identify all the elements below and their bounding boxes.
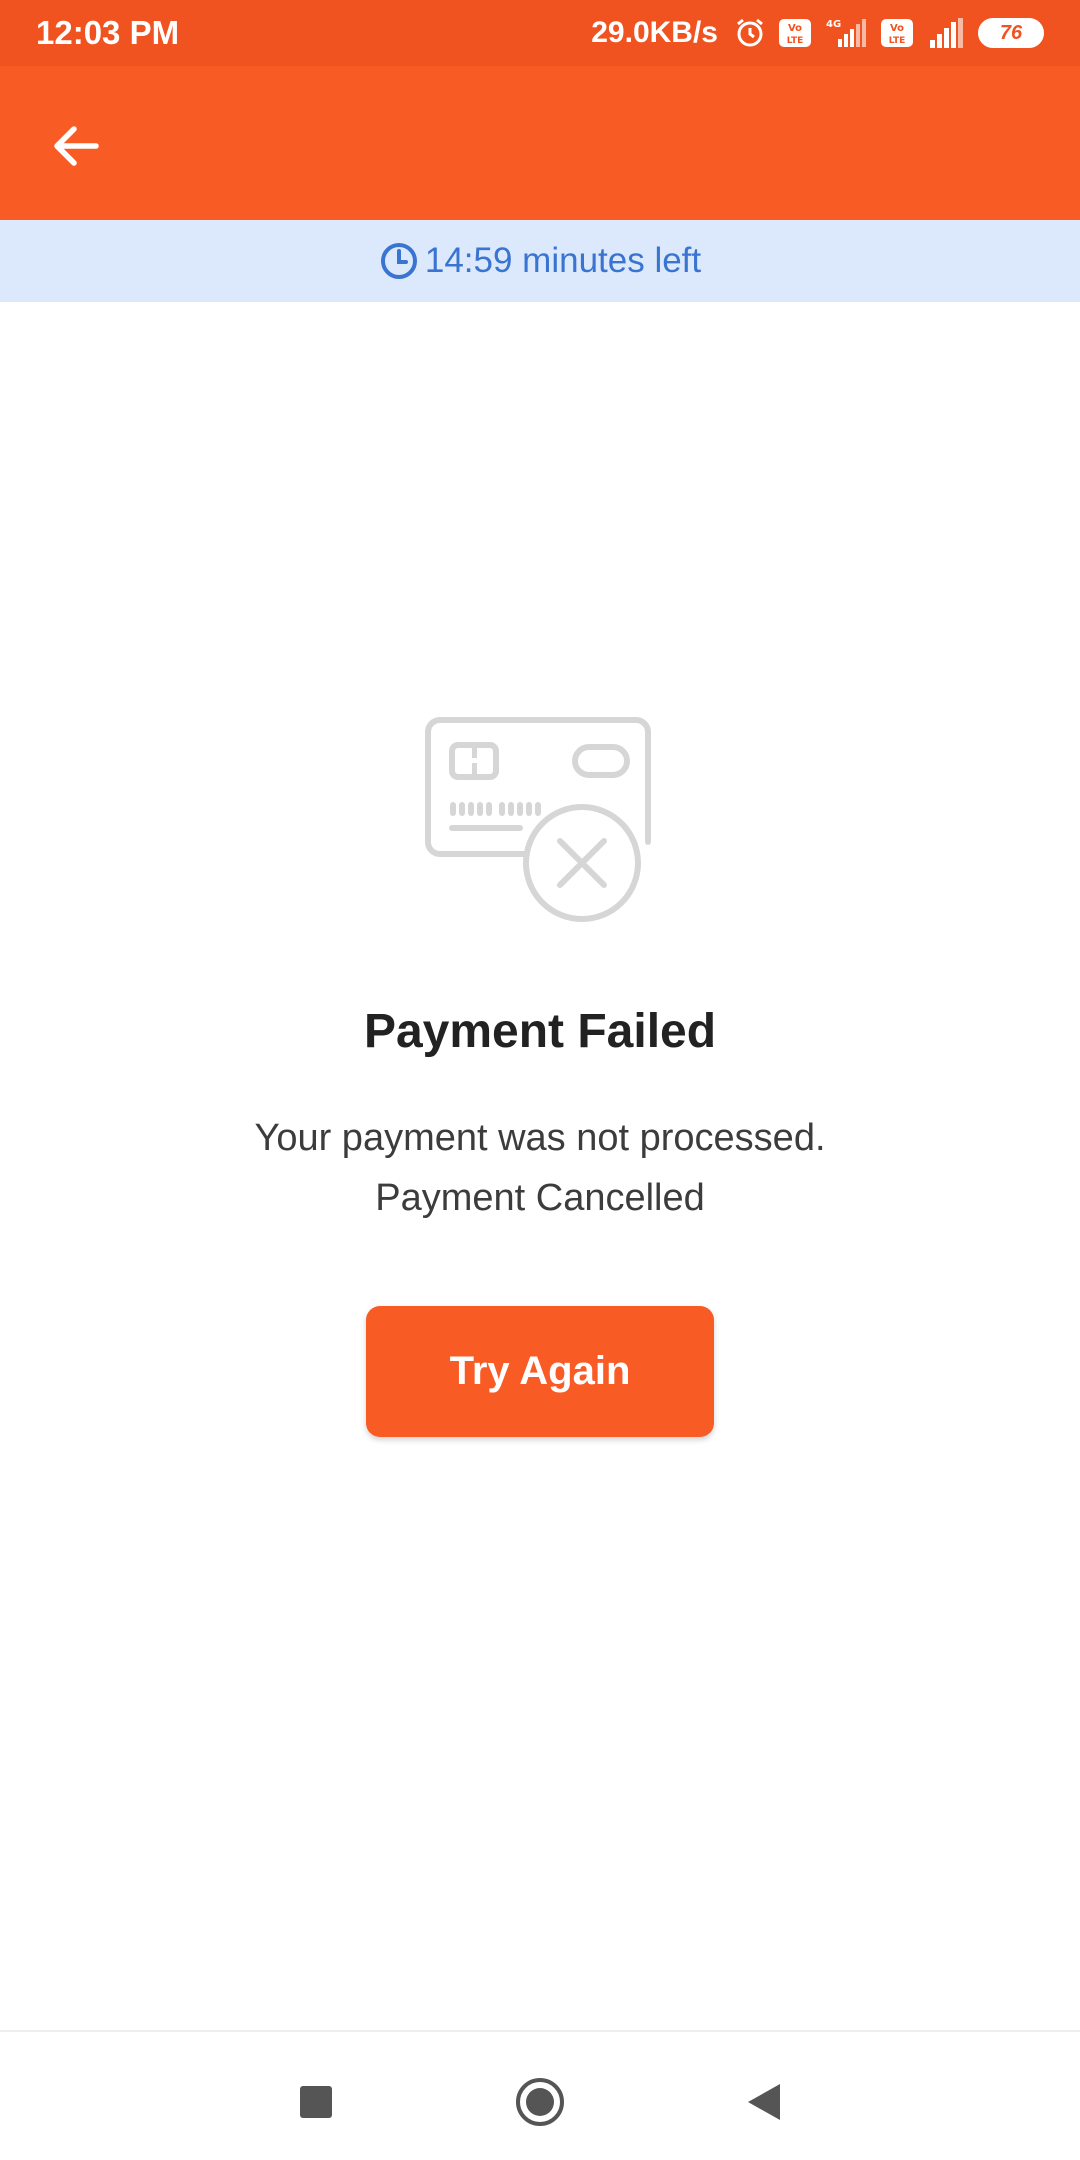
network-speed: 29.0KB/s <box>591 16 718 49</box>
svg-text:Vo: Vo <box>890 23 904 34</box>
home-button[interactable] <box>510 2072 570 2132</box>
signal-icon <box>926 18 966 48</box>
message-line-2: Payment Cancelled <box>375 1177 705 1219</box>
alarm-icon <box>734 17 766 49</box>
system-nav-bar <box>0 2030 1080 2160</box>
arrow-left-icon <box>54 126 99 166</box>
message-line-1: Your payment was not processed. <box>254 1117 826 1159</box>
back-button[interactable] <box>40 110 112 182</box>
nav-back-button[interactable] <box>734 2072 794 2132</box>
app-bar <box>0 66 1080 220</box>
circle-icon <box>516 2078 564 2126</box>
triangle-back-icon <box>748 2084 780 2120</box>
timer-text: 14:59 minutes left <box>424 241 702 280</box>
result-title: Payment Failed <box>363 1005 717 1058</box>
volte-icon: Vo LTE <box>880 18 914 48</box>
signal-icon: 4G <box>824 17 868 49</box>
status-time: 12:03 PM <box>36 14 180 51</box>
recents-button[interactable] <box>286 2072 346 2132</box>
result-message: Your payment was not processed. Payment … <box>0 1108 1080 1228</box>
clock-icon <box>380 243 417 279</box>
square-icon <box>300 2086 332 2118</box>
status-icons: 29.0KB/s Vo LTE 4G Vo LTE 76 <box>591 16 1044 50</box>
network-type-label: 4G <box>826 19 841 30</box>
card-failed-icon <box>420 710 660 925</box>
battery-icon: 76 <box>978 18 1044 48</box>
status-bar: 12:03 PM 29.0KB/s Vo LTE 4G Vo LTE 76 <box>0 0 1080 66</box>
svg-text:Vo: Vo <box>788 23 802 34</box>
svg-text:LTE: LTE <box>787 36 804 46</box>
svg-text:LTE: LTE <box>889 36 906 46</box>
timer-banner: 14:59 minutes left <box>0 220 1080 302</box>
volte-icon: Vo LTE <box>778 18 812 48</box>
try-again-button[interactable]: Try Again <box>366 1306 714 1437</box>
